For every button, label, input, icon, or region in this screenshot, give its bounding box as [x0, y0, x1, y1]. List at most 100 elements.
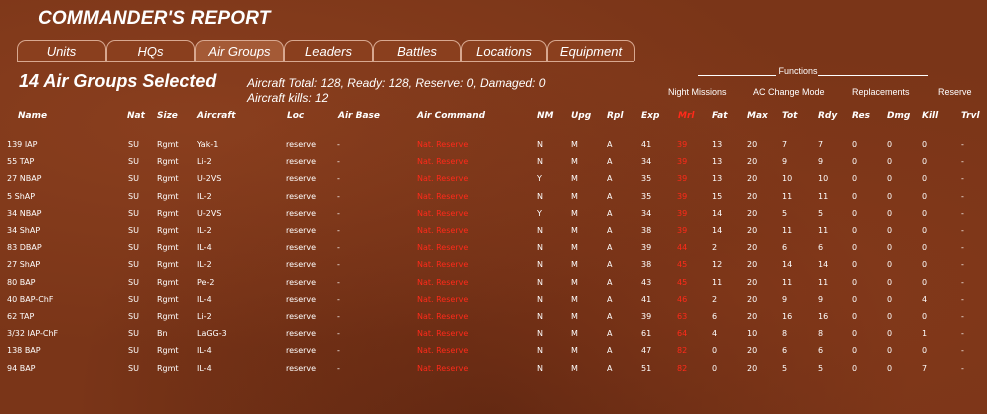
table-row[interactable]: 62 TAP SU Rgmt Li-2 reserve - Nat. Reserve N M A 3…: [0, 309, 987, 326]
cell-nm: Y: [537, 208, 542, 218]
table-row[interactable]: 139 IAP SU Rgmt Yak-1 reserve - Nat. Reserve N M…: [0, 137, 987, 154]
cell-exp: 41: [641, 294, 652, 304]
column-header-nat[interactable]: Nat: [127, 111, 145, 121]
column-header-fat[interactable]: Fat: [712, 111, 728, 121]
cell-name[interactable]: 80 BAP: [7, 278, 36, 287]
replacements-button[interactable]: Replacements: [852, 87, 910, 97]
tab-equipment[interactable]: Equipment: [547, 40, 635, 61]
night-missions-button[interactable]: Night Missions: [668, 87, 727, 97]
cell-name[interactable]: 138 BAP: [7, 346, 41, 355]
column-header-max[interactable]: Max: [747, 111, 768, 121]
cell-loc: reserve: [286, 277, 317, 287]
cell-res: 0: [852, 329, 858, 339]
cell-name[interactable]: 83 DBAP: [7, 243, 42, 252]
column-header-mrl[interactable]: Mrl: [678, 111, 694, 121]
cell-tot: 6: [782, 243, 788, 253]
cell-aircraft: U-2VS: [197, 208, 222, 218]
cell-name[interactable]: 139 IAP: [7, 140, 37, 149]
summary-line-totals: Aircraft Total: 128, Ready: 128, Reserve…: [247, 76, 546, 90]
cell-nat: SU: [128, 346, 139, 356]
cell-nm: N: [537, 363, 543, 373]
column-header-kill[interactable]: Kill: [922, 111, 938, 121]
column-header-air-base[interactable]: Air Base: [338, 111, 380, 121]
selection-title: 14 Air Groups Selected: [19, 71, 217, 91]
cell-nat: SU: [128, 312, 139, 321]
column-header-nm[interactable]: NM: [537, 111, 554, 121]
cell-fat: 11: [712, 277, 723, 287]
column-header-rdy[interactable]: Rdy: [818, 111, 837, 121]
cell-rdy: 10: [818, 174, 829, 184]
table-row[interactable]: 5 ShAP SU Rgmt IL-2 reserve - Nat. Reserve N M A 3…: [0, 189, 987, 206]
table-row[interactable]: 34 NBAP SU Rgmt U-2VS reserve - Nat. Reserve Y M…: [0, 206, 987, 223]
cell-rdy: 8: [818, 329, 824, 339]
column-header-tot[interactable]: Tot: [782, 111, 797, 121]
cell-loc: reserve: [286, 329, 317, 339]
table-row[interactable]: 34 ShAP SU Rgmt IL-2 reserve - Nat. Reserve N M A…: [0, 223, 987, 240]
cell-nat: SU: [128, 277, 139, 287]
cell-max: 20: [747, 226, 758, 235]
column-header-res[interactable]: Res: [852, 111, 870, 121]
cell-tot: 5: [782, 363, 788, 373]
tab-air-groups[interactable]: Air Groups: [195, 40, 284, 61]
column-header-size[interactable]: Size: [157, 111, 178, 121]
table-row[interactable]: 138 BAP SU Rgmt IL-4 reserve - Nat. Reserve N M A…: [0, 343, 987, 360]
column-header-loc[interactable]: Loc: [287, 111, 304, 121]
column-header-aircraft[interactable]: Aircraft: [197, 111, 236, 121]
column-header-trvl[interactable]: Trvl: [961, 111, 980, 121]
cell-mrl: 39: [677, 208, 688, 218]
cell-name[interactable]: 27 ShAP: [7, 260, 40, 269]
cell-trvl: -: [961, 329, 964, 339]
cell-size: Rgmt: [157, 260, 179, 270]
cell-name[interactable]: 94 BAP: [7, 364, 36, 373]
cell-name[interactable]: 5 ShAP: [7, 192, 35, 201]
cell-kill: 0: [922, 243, 928, 253]
cell-trvl: -: [961, 208, 964, 218]
table-row[interactable]: 94 BAP SU Rgmt IL-4 reserve - Nat. Reserve N M A 5…: [0, 361, 987, 378]
cell-air-base: -: [337, 312, 340, 321]
table-row[interactable]: 3/32 IAP-ChF SU Bn LaGG-3 reserve - Nat. Reser…: [0, 326, 987, 343]
cell-kill: 0: [922, 140, 928, 149]
cell-rdy: 6: [818, 346, 824, 356]
cell-name[interactable]: 55 TAP: [7, 157, 34, 166]
tab-units[interactable]: Units: [17, 40, 106, 61]
column-header-name[interactable]: Name: [18, 111, 47, 121]
cell-air-base: -: [337, 140, 340, 149]
table-row[interactable]: 40 BAP-ChF SU Rgmt IL-4 reserve - Nat. Reserve…: [0, 292, 987, 309]
cell-trvl: -: [961, 140, 964, 149]
ac-change-mode-button[interactable]: AC Change Mode: [753, 87, 825, 97]
cell-res: 0: [852, 174, 858, 184]
cell-nat: SU: [128, 363, 139, 373]
tab-locations[interactable]: Locations: [461, 40, 547, 61]
cell-tot: 11: [782, 277, 793, 287]
table-row[interactable]: 80 BAP SU Rgmt Pe-2 reserve - Nat. Reserve N M A 4…: [0, 275, 987, 292]
cell-loc: reserve: [286, 174, 317, 184]
table-row[interactable]: 27 ShAP SU Rgmt IL-2 reserve - Nat. Reserve N M A…: [0, 257, 987, 274]
column-header-dmg[interactable]: Dmg: [887, 111, 910, 121]
cell-name[interactable]: 34 NBAP: [7, 209, 42, 218]
table-row[interactable]: 55 TAP SU Rgmt Li-2 reserve - Nat. Reserve N M A 3…: [0, 154, 987, 171]
cell-rpl: A: [607, 191, 613, 201]
reserve-button[interactable]: Reserve: [938, 87, 972, 97]
cell-name[interactable]: 34 ShAP: [7, 226, 40, 235]
table-row[interactable]: 83 DBAP SU Rgmt IL-4 reserve - Nat. Reserve N M A…: [0, 240, 987, 257]
tab-leaders[interactable]: Leaders: [284, 40, 373, 61]
cell-aircraft: Pe-2: [197, 277, 215, 287]
column-header-exp[interactable]: Exp: [641, 111, 659, 121]
column-header-air-command[interactable]: Air Command: [417, 111, 485, 121]
column-header-upg[interactable]: Upg: [571, 111, 591, 121]
cell-rpl: A: [607, 277, 613, 287]
cell-rdy: 6: [818, 243, 824, 253]
cell-name[interactable]: 62 TAP: [7, 312, 34, 321]
tab-hqs[interactable]: HQs: [106, 40, 195, 61]
cell-air-command: Nat. Reserve: [417, 226, 469, 235]
cell-air-base: -: [337, 294, 340, 304]
table-row[interactable]: 27 NBAP SU Rgmt U-2VS reserve - Nat. Reserve Y M…: [0, 171, 987, 188]
cell-name[interactable]: 27 NBAP: [7, 174, 42, 183]
cell-name[interactable]: 3/32 IAP-ChF: [7, 329, 58, 338]
column-header-rpl[interactable]: Rpl: [607, 111, 623, 121]
cell-rdy: 14: [818, 260, 829, 270]
tab-divider: [17, 61, 634, 62]
cell-name[interactable]: 40 BAP-ChF: [7, 295, 53, 304]
tab-battles[interactable]: Battles: [373, 40, 461, 61]
cell-loc: reserve: [286, 208, 317, 218]
